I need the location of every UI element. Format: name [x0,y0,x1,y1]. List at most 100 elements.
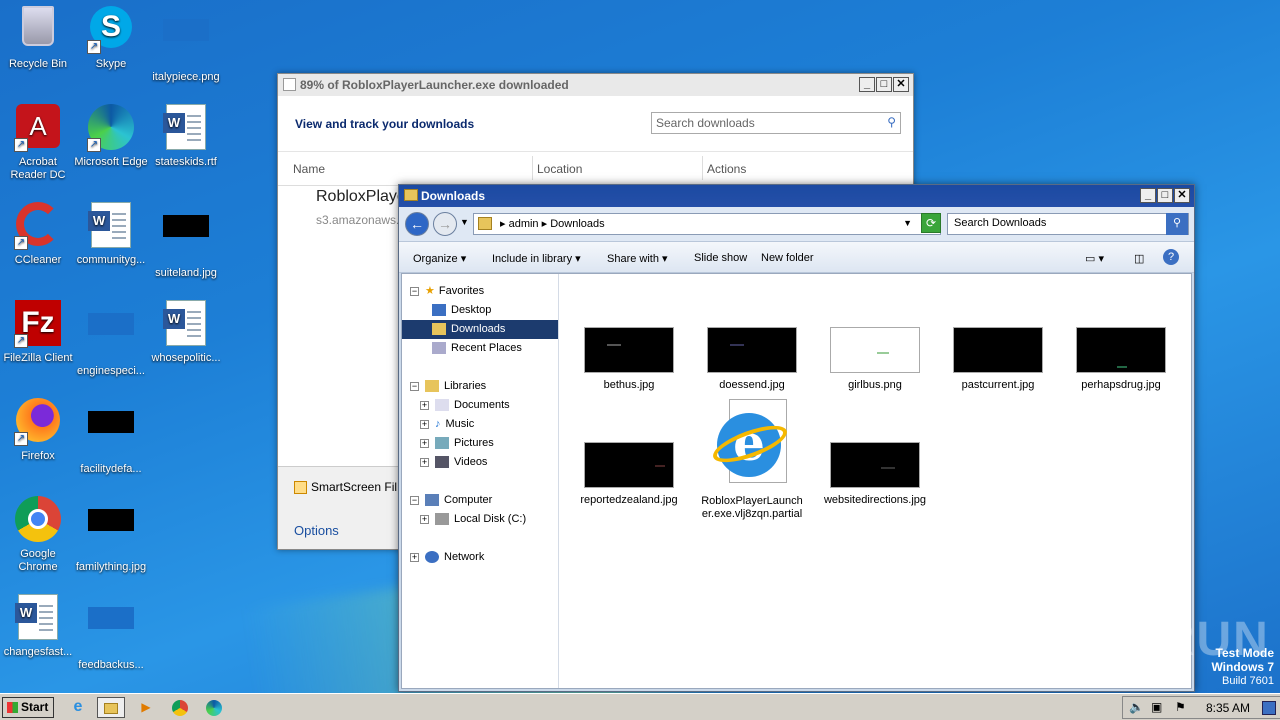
maximize-button[interactable]: □ [876,77,892,92]
image-thumbnail [584,327,674,373]
internet-explorer-taskbar-icon[interactable]: e [64,697,92,718]
preview-pane-icon[interactable]: ◫ [1134,252,1144,265]
computer-icon [425,494,439,507]
file-name: reportedzealand.jpg [580,494,678,506]
shortcut-arrow-icon: ↗ [14,432,28,446]
desktop-icon-firefox[interactable]: ↗ Firefox [0,398,76,463]
desktop-icon-ccleaner[interactable]: ↗ CCleaner [0,202,76,267]
change-view-icon[interactable]: ▭ ▾ [1085,252,1104,265]
address-bar[interactable]: ▸ admin ▸ Downloads ▼ [473,213,941,235]
breadcrumb: ▸ admin ▸ Downloads [500,218,605,230]
show-desktop-button[interactable] [1262,701,1276,715]
desktop-icon-edge[interactable]: ↗ Microsoft Edge [73,104,149,169]
action-center-icon[interactable]: ⚑ [1175,700,1186,714]
tree-recent-places[interactable]: Recent Places [432,339,522,358]
tree-network[interactable]: + Network [410,548,484,567]
tree-local-disk[interactable]: + Local Disk (C:) [420,510,526,529]
file-item[interactable]: e RobloxPlayerLauncher.exe.vlj8zqn.partia… [700,399,804,521]
windows-test-mode-watermark: Test Mode Windows 7 Build 7601 [1211,646,1274,688]
share-with-button[interactable]: Share with ▾ [607,252,668,265]
file-item[interactable]: reportedzealand.jpg [577,442,681,507]
tree-documents[interactable]: + Documents [420,396,510,415]
desktop-icon-chrome[interactable]: Google Chrome [0,496,76,574]
file-item[interactable]: pastcurrent.jpg [946,327,1050,392]
desktop-icon-suiteland[interactable]: suiteland.jpg [148,202,224,280]
tree-pictures[interactable]: + Pictures [420,434,494,453]
recent-pages-chevron-icon[interactable]: ▼ [460,217,469,227]
clock[interactable]: 8:35 AM [1206,701,1250,715]
media-player-taskbar-icon[interactable]: ▶ [132,697,160,718]
network-tray-icon[interactable]: ▣ [1151,700,1162,714]
download-search-input[interactable]: Search downloads ⚲ [651,112,901,134]
pictures-icon [435,437,449,450]
desktop-icon-communityg[interactable]: W communityg... [73,202,149,267]
desktop-icon-skype[interactable]: S ↗ Skype [73,6,149,71]
breadcrumb-admin[interactable]: admin [509,218,539,230]
firefox-icon: ↗ [14,398,62,446]
download-item-name[interactable]: RobloxPlaye [316,188,406,206]
options-link[interactable]: Options [294,523,339,538]
search-icon[interactable]: ⚲ [1166,213,1188,235]
image-file-icon [87,607,135,655]
desktop-icon-acrobat[interactable]: A ↗ Acrobat Reader DC [0,104,76,182]
edge-taskbar-icon[interactable] [200,697,228,718]
minimize-button[interactable]: _ [859,77,875,92]
search-icon[interactable]: ⚲ [887,115,896,129]
include-in-library-button[interactable]: Include in library ▾ [492,252,581,265]
desktop-icon-italypiece[interactable]: italypiece.png [148,6,224,84]
tree-downloads[interactable]: Downloads [402,320,558,339]
back-button[interactable]: ← [405,212,429,236]
slide-show-button[interactable]: Slide show [694,252,747,264]
explorer-titlebar[interactable]: Downloads _ □ ✕ [399,185,1194,207]
desktop-icon-filezilla[interactable]: Fz ↗ FileZilla Client [0,300,76,365]
close-button[interactable]: ✕ [893,77,909,92]
desktop-icon-facilitydefa[interactable]: facilitydefa... [73,398,149,476]
column-location[interactable]: Location [537,162,582,176]
address-dropdown-icon[interactable]: ▼ [903,218,912,228]
image-thumbnail [707,327,797,373]
desktop-icon-feedbackus[interactable]: feedbackus... [73,594,149,672]
start-button[interactable]: Start [2,697,54,718]
forward-button[interactable]: → [433,212,457,236]
desktop-icon-familything[interactable]: familything.jpg [73,496,149,574]
refresh-button[interactable]: ⟳ [921,213,941,233]
breadcrumb-downloads[interactable]: Downloads [550,218,604,230]
tree-libraries[interactable]: − Libraries [410,377,486,396]
image-thumbnail [953,327,1043,373]
close-button[interactable]: ✕ [1174,188,1190,203]
image-file-icon [162,215,210,263]
tree-music[interactable]: + ♪ Music [420,415,474,434]
file-item[interactable]: girlbus.png [823,327,927,392]
file-item[interactable]: perhapsdrug.jpg [1069,327,1173,392]
column-name[interactable]: Name [293,162,325,176]
desktop-icon-enginespeci[interactable]: enginespeci... [73,300,149,378]
tree-favorites[interactable]: − ★ Favorites [410,282,484,301]
explorer-search-input[interactable]: Search Downloads ⚲ [947,213,1189,235]
file-item[interactable]: bethus.jpg [577,327,681,392]
file-item[interactable]: websitedirections.jpg [823,442,927,507]
shortcut-arrow-icon: ↗ [14,236,28,250]
tree-computer[interactable]: − Computer [410,491,492,510]
chrome-taskbar-icon[interactable] [166,697,194,718]
organize-button[interactable]: Organize ▾ [413,252,466,265]
desktop-icon-recycle-bin[interactable]: Recycle Bin [0,6,76,71]
desktop-icon-whosepolitic[interactable]: W whosepolitic... [148,300,224,365]
column-actions[interactable]: Actions [707,162,746,176]
minimize-button[interactable]: _ [1140,188,1156,203]
download-window-icon [283,78,296,91]
help-icon[interactable]: ? [1163,249,1179,265]
desktop-icon-stateskids[interactable]: W stateskids.rtf [148,104,224,169]
file-name: bethus.jpg [603,379,655,391]
maximize-button[interactable]: □ [1157,188,1173,203]
smartscreen-text[interactable]: SmartScreen Fil [311,480,397,494]
download-window-titlebar[interactable]: 89% of RobloxPlayerLauncher.exe download… [278,74,913,96]
desktop-icon-changesfast[interactable]: W changesfast... [0,594,76,659]
explorer-taskbar-icon[interactable] [97,697,125,718]
tree-desktop[interactable]: Desktop [432,301,491,320]
new-folder-button[interactable]: New folder [761,252,814,264]
collapse-icon: − [410,494,419,505]
file-item[interactable]: doessend.jpg [700,327,804,392]
volume-icon[interactable]: 🔈 [1129,700,1144,714]
shortcut-arrow-icon: ↗ [87,138,101,152]
tree-videos[interactable]: + Videos [420,453,487,472]
